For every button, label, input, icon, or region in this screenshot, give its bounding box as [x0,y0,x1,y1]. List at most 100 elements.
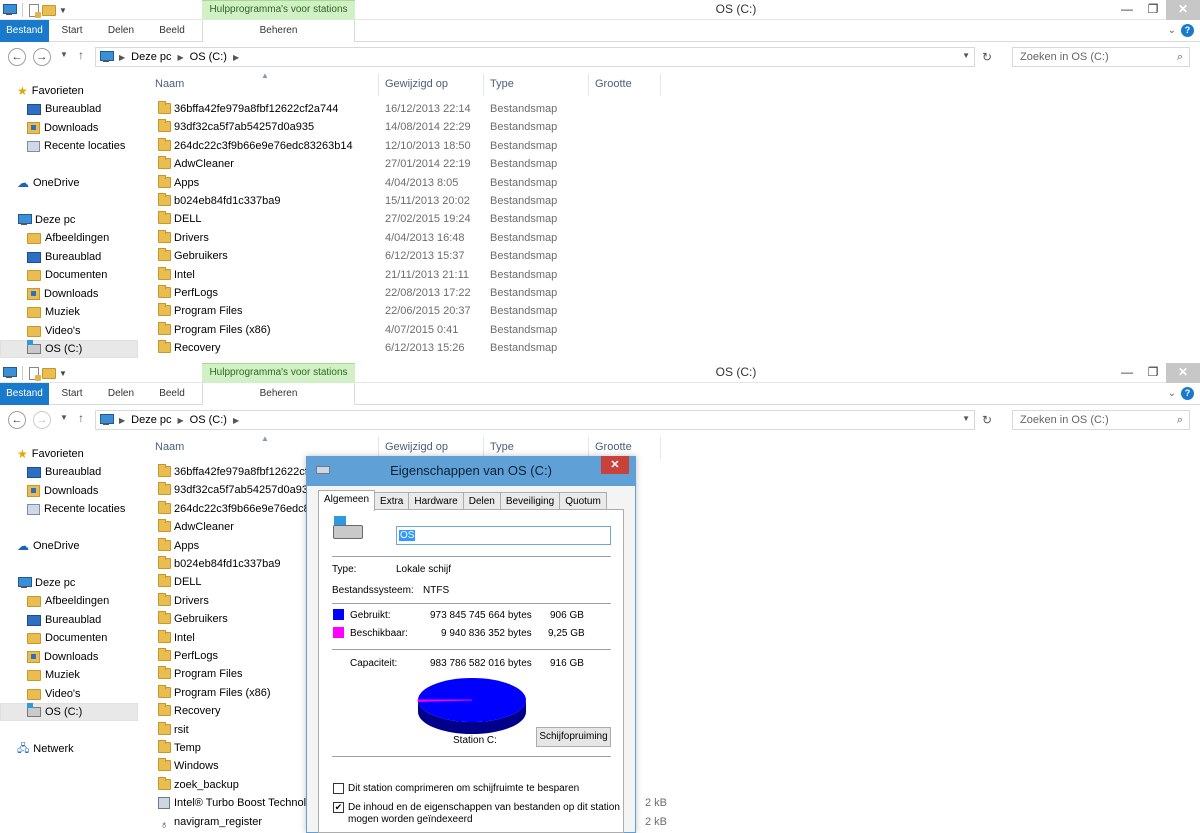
tab-share[interactable]: Delen [100,20,142,42]
breadcrumb-this-pc[interactable]: Deze pc [131,414,171,426]
index-checkbox[interactable]: ✔ [333,802,344,813]
table-row[interactable]: Apps 4/04/2013 8:05 Bestandsmap [150,174,690,192]
sidebar-item-downloads-pc[interactable]: Downloads [27,648,98,666]
sidebar-item-documents[interactable]: Documenten [27,629,107,647]
column-name[interactable]: Naam [155,441,184,453]
sidebar-item-downloads[interactable]: Downloads [27,482,98,500]
column-modified[interactable]: Gewijzigd op [385,78,448,90]
compress-checkbox[interactable] [333,783,344,794]
sidebar-item-pictures[interactable]: Afbeeldingen [27,592,109,610]
breadcrumb-this-pc[interactable]: Deze pc [131,51,171,63]
up-button[interactable]: ↑ [78,411,84,425]
search-input[interactable]: Zoeken in OS (C:) ⌕ [1012,410,1190,430]
refresh-icon[interactable]: ↻ [982,413,992,427]
tab-start[interactable]: Start [52,383,92,405]
table-row[interactable]: 36bffa42fe979a8fbf12622cf2a744 16/12/2013… [150,100,690,118]
column-modified[interactable]: Gewijzigd op [385,441,448,453]
address-bar[interactable]: ▶ Deze pc ▶ OS (C:) ▶ ▼ [95,47,975,67]
maximize-button[interactable]: ❐ [1140,363,1166,383]
sidebar-item-desktop[interactable]: Bureaublad [27,463,101,481]
sidebar-this-pc[interactable]: Deze pc [17,574,75,592]
column-name[interactable]: Naam [155,78,184,90]
recent-locations-icon[interactable]: ▼ [60,50,68,59]
tab-view[interactable]: Beeld [150,20,194,42]
maximize-button[interactable]: ❐ [1140,0,1166,20]
sidebar-item-documents[interactable]: Documenten [27,266,107,284]
sidebar-item-drive-c[interactable]: OS (C:) [0,703,138,721]
customize-qat-icon[interactable]: ▼ [59,369,67,378]
table-row[interactable]: Program Files (x86) 4/07/2015 0:41 Bestand… [150,321,690,339]
table-row[interactable]: AdwCleaner 27/01/2014 22:19 Bestandsmap [150,155,690,173]
forward-button[interactable]: → [33,48,51,66]
table-row[interactable]: Recovery 6/12/2013 15:26 Bestandsmap [150,339,690,357]
breadcrumb-drive[interactable]: OS (C:) [190,51,227,63]
sidebar-onedrive[interactable]: ☁ OneDrive [17,537,79,555]
sidebar-item-music[interactable]: Muziek [27,666,80,684]
address-dropdown-icon[interactable]: ▼ [962,414,970,423]
address-dropdown-icon[interactable]: ▼ [962,51,970,60]
sidebar-item-desktop-pc[interactable]: Bureaublad [27,248,101,266]
tab-view[interactable]: Beeld [150,383,194,405]
recent-locations-icon[interactable]: ▼ [60,413,68,422]
table-row[interactable]: 93df32ca5f7ab54257d0a935 14/08/2014 22:29… [150,118,690,136]
sidebar-favorites[interactable]: ★ Favorieten [17,445,84,463]
back-button[interactable]: ← [8,48,26,66]
new-folder-icon[interactable] [42,367,56,379]
column-size[interactable]: Grootte [595,441,632,453]
expand-ribbon-icon[interactable]: ⌄ [1168,388,1176,399]
sidebar-item-music[interactable]: Muziek [27,303,80,321]
sidebar-this-pc[interactable]: Deze pc [17,211,75,229]
table-row[interactable]: 264dc22c3f9b66e9e76edc83263b14 12/10/2013… [150,137,690,155]
table-row[interactable]: Drivers 4/04/2013 16:48 Bestandsmap [150,229,690,247]
back-button[interactable]: ← [8,411,26,429]
dialog-close-button[interactable]: ✕ [601,456,629,474]
table-row[interactable]: PerfLogs 22/08/2013 17:22 Bestandsmap [150,284,690,302]
forward-button[interactable]: → [33,411,51,429]
sidebar-onedrive[interactable]: ☁ OneDrive [17,174,79,192]
breadcrumb-drive[interactable]: OS (C:) [190,414,227,426]
close-button[interactable]: ✕ [1166,363,1200,383]
new-folder-icon[interactable] [42,4,56,16]
sidebar-item-recent[interactable]: Recente locaties [27,500,125,518]
address-bar[interactable]: ▶ Deze pc ▶ OS (C:) ▶ ▼ [95,410,975,430]
sidebar-item-pictures[interactable]: Afbeeldingen [27,229,109,247]
help-icon[interactable]: ? [1181,24,1194,37]
column-size[interactable]: Grootte [595,78,632,90]
sidebar-item-downloads[interactable]: Downloads [27,119,98,137]
sidebar-item-videos[interactable]: Video's [27,685,81,703]
expand-ribbon-icon[interactable]: ⌄ [1168,25,1176,36]
minimize-button[interactable]: — [1114,363,1140,383]
sidebar-network[interactable]: 🖧 Netwerk [17,740,74,758]
table-row[interactable]: Intel 21/11/2013 21:11 Bestandsmap [150,266,690,284]
drive-name-input[interactable]: OS [396,526,611,545]
column-type[interactable]: Type [490,441,514,453]
properties-icon[interactable] [29,3,41,18]
search-input[interactable]: Zoeken in OS (C:) ⌕ [1012,47,1190,67]
properties-icon[interactable] [29,366,41,381]
help-icon[interactable]: ? [1181,387,1194,400]
tab-start[interactable]: Start [52,20,92,42]
close-button[interactable]: ✕ [1166,0,1200,20]
sidebar-item-drive-c[interactable]: OS (C:) [0,340,138,358]
table-row[interactable]: Gebruikers 6/12/2013 15:37 Bestandsmap [150,247,690,265]
disk-cleanup-button[interactable]: Schijfopruiming [536,727,611,747]
tab-share[interactable]: Delen [100,383,142,405]
tab-general[interactable]: Algemeen [318,490,376,511]
table-row[interactable]: b024eb84fd1c337ba9 15/11/2013 20:02 Bestan… [150,192,690,210]
column-type[interactable]: Type [490,78,514,90]
refresh-icon[interactable]: ↻ [982,50,992,64]
sidebar-item-recent[interactable]: Recente locaties [27,137,125,155]
table-row[interactable]: DELL 27/02/2015 19:24 Bestandsmap [150,210,690,228]
tab-file[interactable]: Bestand [0,20,49,42]
minimize-button[interactable]: — [1114,0,1140,20]
tab-manage[interactable]: Beheren [202,20,355,42]
tab-manage[interactable]: Beheren [202,383,355,405]
sidebar-item-videos[interactable]: Video's [27,322,81,340]
sidebar-item-downloads-pc[interactable]: Downloads [27,285,98,303]
tab-file[interactable]: Bestand [0,383,49,405]
sidebar-favorites[interactable]: ★ Favorieten [17,82,84,100]
up-button[interactable]: ↑ [78,48,84,62]
sidebar-item-desktop-pc[interactable]: Bureaublad [27,611,101,629]
table-row[interactable]: Program Files 22/06/2015 20:37 Bestandsmap [150,302,690,320]
customize-qat-icon[interactable]: ▼ [59,6,67,15]
